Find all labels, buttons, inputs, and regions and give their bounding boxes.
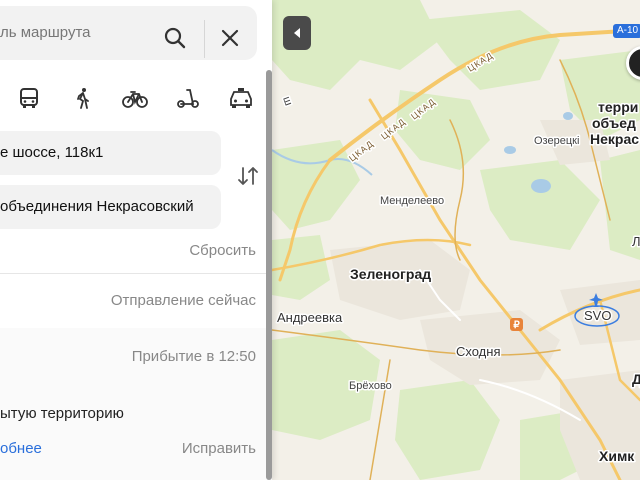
pedestrian-icon bbox=[77, 88, 89, 109]
departure-time-button[interactable]: Отправление сейчас bbox=[111, 292, 256, 309]
collapse-panel-button[interactable] bbox=[283, 16, 311, 50]
swap-icon[interactable] bbox=[236, 164, 260, 188]
scooter-icon bbox=[177, 89, 199, 108]
road-badge: А-10 bbox=[613, 24, 640, 38]
label-khimki: Химк bbox=[599, 448, 635, 464]
label-andreevka: Андреевка bbox=[277, 310, 343, 325]
label-ozeretsky: Озерецкі bbox=[534, 135, 579, 147]
search-bar[interactable]: ль маршрута bbox=[0, 6, 257, 60]
scrollbar[interactable] bbox=[266, 70, 272, 480]
label-edge-l: Л bbox=[632, 234, 640, 249]
close-icon[interactable] bbox=[218, 26, 242, 50]
mode-taxi[interactable] bbox=[226, 84, 256, 112]
rail-station-icon: ₽ bbox=[510, 318, 523, 331]
route-to-text: объединения Некрасовский bbox=[0, 198, 194, 215]
mode-bus[interactable] bbox=[14, 84, 44, 112]
search-divider bbox=[204, 20, 205, 58]
bus-icon bbox=[20, 88, 38, 108]
label-territory-3: Некрас bbox=[590, 131, 639, 147]
label-zelenograd: Зеленоград bbox=[350, 266, 431, 282]
fix-button[interactable]: Исправить bbox=[182, 440, 256, 457]
divider bbox=[0, 273, 272, 274]
label-edge-d: Д bbox=[632, 371, 640, 387]
mode-walk[interactable] bbox=[68, 84, 98, 112]
search-input[interactable]: ль маршрута bbox=[0, 24, 90, 41]
route-notice: ытую территорию bbox=[0, 405, 124, 422]
mode-bike[interactable] bbox=[120, 84, 150, 112]
label-svo: SVO bbox=[584, 308, 611, 323]
svg-text:₽: ₽ bbox=[513, 320, 520, 331]
bicycle-icon bbox=[122, 91, 148, 108]
label-territory-1: терри bbox=[598, 99, 638, 115]
chevron-left-icon bbox=[294, 28, 300, 38]
label-territory-2: объед bbox=[592, 115, 636, 131]
route-panel: ль маршрута е шоссе, 118к1 объединения Н… bbox=[0, 0, 272, 480]
route-from-field[interactable]: е шоссе, 118к1 bbox=[0, 131, 221, 175]
mode-scooter[interactable] bbox=[173, 84, 203, 112]
label-skhodnya: Сходня bbox=[456, 344, 501, 359]
transport-modes bbox=[0, 84, 272, 114]
route-to-field[interactable]: объединения Некрасовский bbox=[0, 185, 221, 229]
route-from-text: е шоссе, 118к1 bbox=[0, 144, 104, 161]
reset-button[interactable]: Сбросить bbox=[189, 242, 256, 259]
label-mendeleevo: Менделеево bbox=[380, 195, 444, 207]
search-icon[interactable] bbox=[163, 26, 187, 50]
label-brekhovo: Брёхово bbox=[349, 380, 392, 392]
details-link[interactable]: обнее bbox=[0, 440, 42, 457]
taxi-icon bbox=[230, 88, 252, 108]
arrival-time: Прибытие в 12:50 bbox=[131, 348, 256, 365]
